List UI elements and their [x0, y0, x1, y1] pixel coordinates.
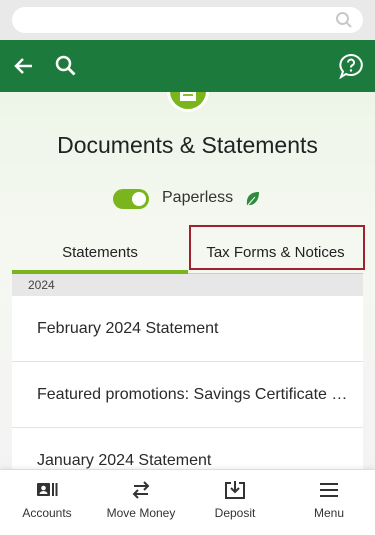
tab-statements[interactable]: Statements: [12, 236, 188, 274]
leaf-icon: [246, 192, 259, 206]
paperless-label: Paperless: [162, 189, 234, 206]
page-title: Documents & Statements: [57, 132, 318, 158]
search-icon[interactable]: [53, 53, 79, 79]
nav-label: Deposit: [214, 506, 256, 520]
statement-title: Featured promotions: Savings Certificate…: [37, 386, 349, 403]
list-item[interactable]: January 2024 Statement: [12, 428, 363, 469]
nav-move-money[interactable]: Move Money: [94, 470, 188, 535]
bottom-nav: Accounts Move Money Deposit Menu: [0, 469, 375, 535]
deposit-icon: [225, 481, 245, 499]
documents-content: Documents & Statements Paperless Stateme…: [0, 92, 375, 469]
app-header: [0, 40, 375, 92]
paperless-toggle[interactable]: [113, 189, 149, 209]
browser-bar: [0, 0, 375, 40]
accounts-icon: [37, 483, 58, 496]
statement-title: January 2024 Statement: [37, 452, 212, 469]
document-tabs: Statements Tax Forms & Notices: [12, 236, 363, 274]
statement-title: February 2024 Statement: [37, 320, 219, 337]
list-item[interactable]: Featured promotions: Savings Certificate…: [12, 362, 363, 428]
nav-label: Accounts: [22, 506, 72, 520]
help-chat-icon[interactable]: [338, 53, 364, 79]
tab-tax-forms-notices[interactable]: Tax Forms & Notices: [188, 236, 363, 274]
hamburger-menu-icon: [320, 483, 338, 497]
paperless-row: Paperless: [0, 188, 375, 210]
arrow-left-icon[interactable]: [11, 53, 37, 79]
list-item[interactable]: February 2024 Statement: [12, 296, 363, 362]
nav-accounts[interactable]: Accounts: [0, 470, 94, 535]
year-group-header: 2024: [12, 274, 363, 296]
statement-list: February 2024 Statement Featured promoti…: [12, 296, 363, 469]
address-bar[interactable]: [12, 7, 363, 33]
transfer-arrows-icon: [132, 481, 150, 499]
toggle-knob: [132, 192, 146, 206]
nav-label: Move Money: [106, 506, 176, 520]
nav-label: Menu: [313, 506, 345, 520]
document-badge: [167, 92, 209, 112]
nav-deposit[interactable]: Deposit: [188, 470, 282, 535]
document-icon: [180, 92, 196, 101]
nav-menu[interactable]: Menu: [282, 470, 375, 535]
search-icon[interactable]: [335, 11, 353, 29]
year-label: 2024: [28, 278, 55, 292]
